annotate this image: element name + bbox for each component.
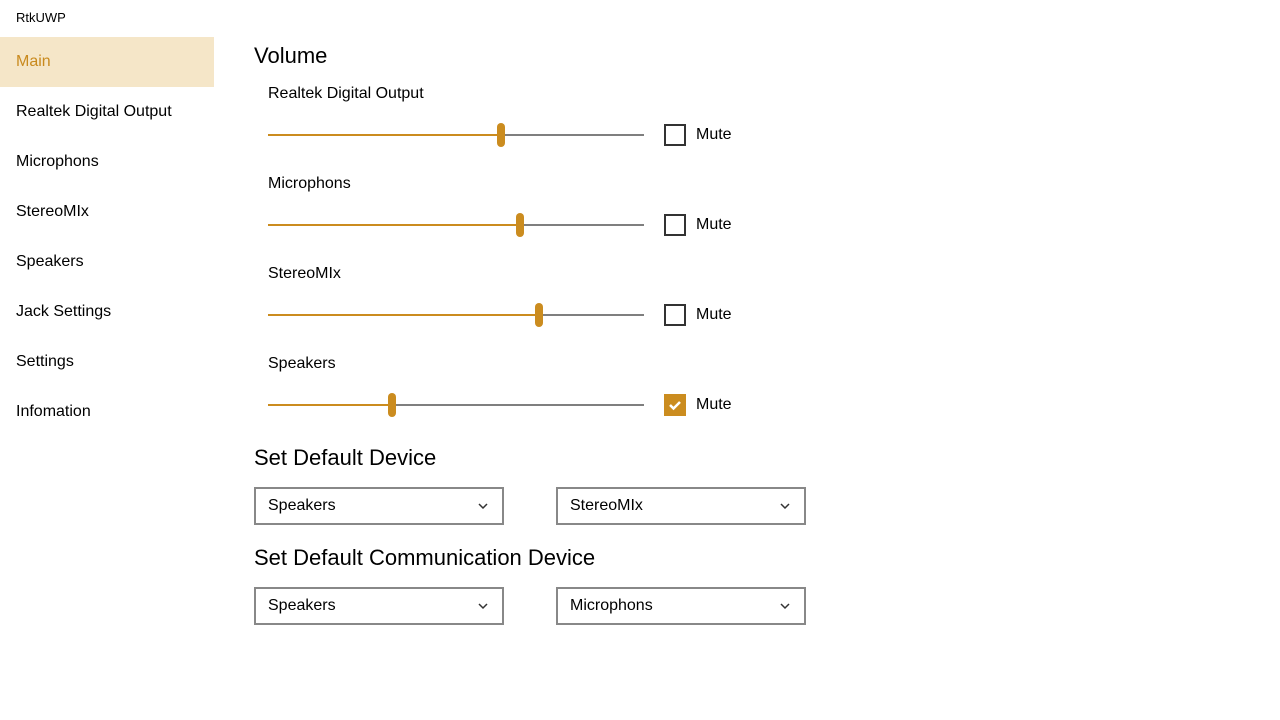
mute-checkbox[interactable] (664, 214, 686, 236)
mute-label: Mute (696, 396, 732, 414)
volume-slider[interactable] (268, 213, 644, 237)
chevron-down-icon (476, 599, 490, 613)
volume-slider[interactable] (268, 393, 644, 417)
sidebar-item-infomation[interactable]: Infomation (0, 387, 214, 437)
volume-label: Microphons (254, 175, 1280, 193)
volume-slider[interactable] (268, 123, 644, 147)
sidebar-item-settings[interactable]: Settings (0, 337, 214, 387)
default-output-select[interactable]: Speakers (254, 487, 504, 525)
chevron-down-icon (778, 499, 792, 513)
default-comm-input-select[interactable]: Microphons (556, 587, 806, 625)
slider-thumb[interactable] (388, 393, 396, 417)
default-device-title: Set Default Device (254, 445, 1280, 471)
volume-row: Realtek Digital Output Mute (254, 85, 1280, 147)
default-comm-output-select[interactable]: Speakers (254, 587, 504, 625)
sidebar-item-speakers[interactable]: Speakers (0, 237, 214, 287)
mute-checkbox[interactable] (664, 304, 686, 326)
mute-label: Mute (696, 216, 732, 234)
sidebar-item-stereomix[interactable]: StereoMIx (0, 187, 214, 237)
volume-label: Realtek Digital Output (254, 85, 1280, 103)
default-input-select[interactable]: StereoMIx (556, 487, 806, 525)
mute-label: Mute (696, 126, 732, 144)
volume-label: Speakers (254, 355, 1280, 373)
main-content: Volume Realtek Digital OutputMuteMicroph… (214, 37, 1280, 645)
default-comm-device-title: Set Default Communication Device (254, 545, 1280, 571)
slider-thumb[interactable] (516, 213, 524, 237)
sidebar-item-main[interactable]: Main (0, 37, 214, 87)
mute-checkbox[interactable] (664, 124, 686, 146)
sidebar: MainRealtek Digital OutputMicrophonsSter… (0, 37, 214, 645)
app-title: RtkUWP (0, 0, 1280, 37)
volume-row: StereoMIx Mute (254, 265, 1280, 327)
volume-row: Microphons Mute (254, 175, 1280, 237)
chevron-down-icon (778, 599, 792, 613)
default-comm-output-value: Speakers (268, 597, 336, 615)
volume-slider[interactable] (268, 303, 644, 327)
sidebar-item-realtek-digital-output[interactable]: Realtek Digital Output (0, 87, 214, 137)
slider-thumb[interactable] (497, 123, 505, 147)
mute-checkbox[interactable] (664, 394, 686, 416)
chevron-down-icon (476, 499, 490, 513)
default-input-value: StereoMIx (570, 497, 643, 515)
volume-section-title: Volume (254, 43, 1280, 69)
default-comm-input-value: Microphons (570, 597, 653, 615)
mute-label: Mute (696, 306, 732, 324)
default-output-value: Speakers (268, 497, 336, 515)
sidebar-item-jack-settings[interactable]: Jack Settings (0, 287, 214, 337)
volume-row: Speakers Mute (254, 355, 1280, 417)
sidebar-item-microphons[interactable]: Microphons (0, 137, 214, 187)
slider-thumb[interactable] (535, 303, 543, 327)
volume-label: StereoMIx (254, 265, 1280, 283)
